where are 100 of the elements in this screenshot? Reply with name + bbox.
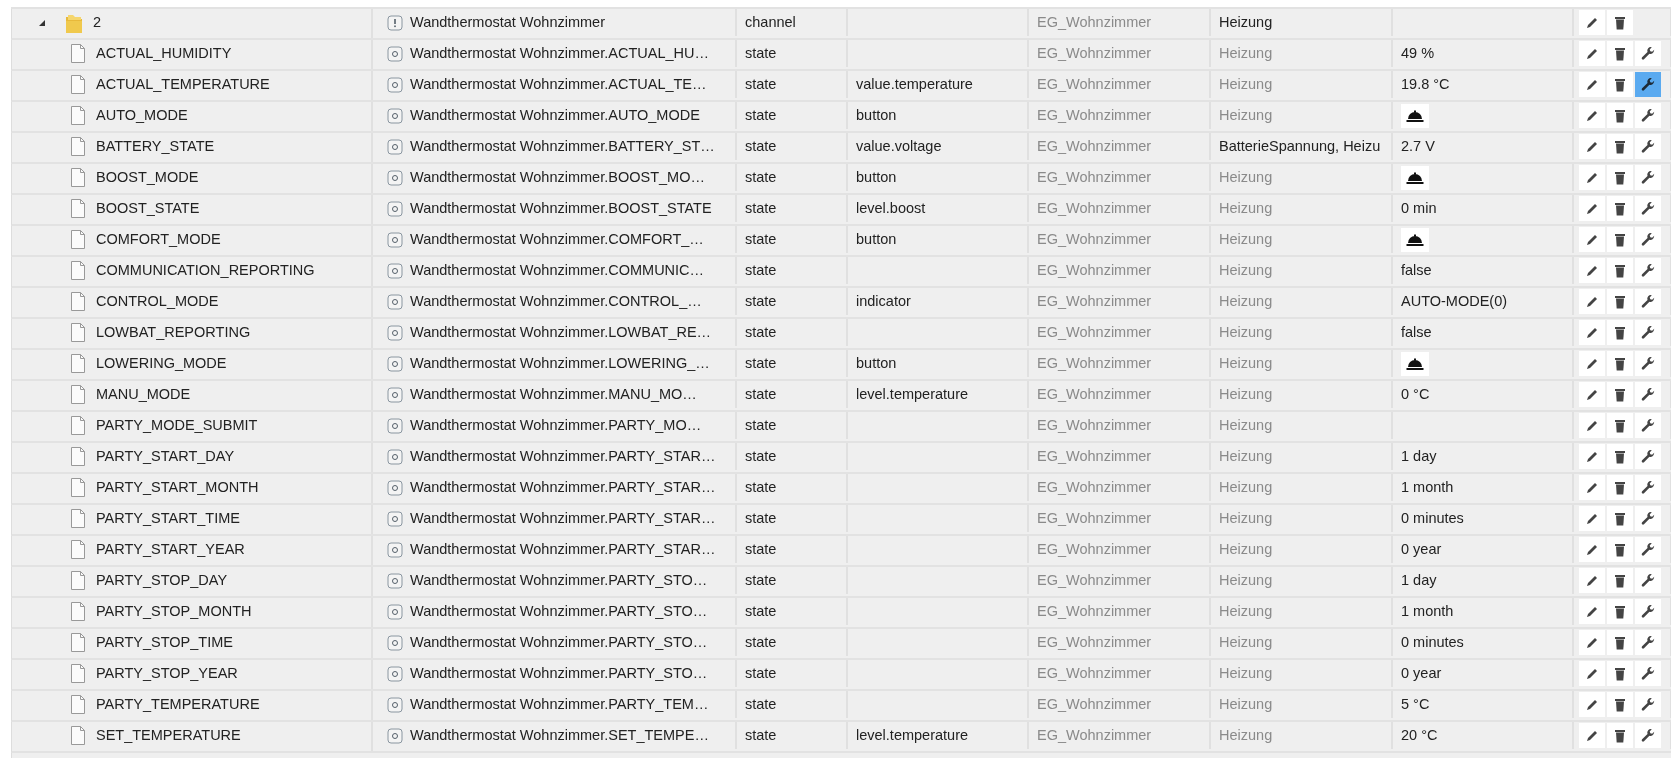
settings-button[interactable] — [1635, 382, 1661, 407]
edit-button[interactable] — [1579, 134, 1605, 159]
press-button[interactable] — [1401, 103, 1429, 128]
delete-button[interactable] — [1607, 723, 1633, 748]
edit-button[interactable] — [1579, 258, 1605, 283]
file-icon — [70, 198, 86, 219]
edit-button[interactable] — [1579, 227, 1605, 252]
settings-button[interactable] — [1635, 568, 1661, 593]
delete-button[interactable] — [1607, 103, 1633, 128]
edit-button[interactable] — [1579, 723, 1605, 748]
delete-button[interactable] — [1607, 351, 1633, 376]
pencil-icon — [1585, 294, 1599, 309]
trash-icon — [1614, 294, 1626, 309]
delete-button[interactable] — [1607, 41, 1633, 66]
edit-button[interactable] — [1579, 599, 1605, 624]
settings-button[interactable] — [1635, 289, 1661, 314]
object-role: button — [856, 167, 897, 187]
settings-button[interactable] — [1635, 165, 1661, 190]
state-icon — [387, 386, 403, 403]
settings-button[interactable] — [1635, 134, 1661, 159]
settings-button[interactable] — [1635, 103, 1661, 128]
edit-button[interactable] — [1579, 10, 1605, 35]
edit-button[interactable] — [1579, 537, 1605, 562]
state-icon — [387, 324, 403, 341]
delete-button[interactable] — [1607, 413, 1633, 438]
settings-button[interactable] — [1635, 475, 1661, 500]
caret-icon[interactable] — [38, 18, 46, 27]
object-room: EG_Wohnzimmer — [1037, 477, 1152, 497]
object-function: Heizung — [1219, 12, 1273, 32]
state-icon — [387, 727, 403, 744]
edit-button[interactable] — [1579, 351, 1605, 376]
settings-button[interactable] — [1635, 630, 1661, 655]
press-button[interactable] — [1401, 227, 1429, 252]
delete-button[interactable] — [1607, 568, 1633, 593]
delete-button[interactable] — [1607, 630, 1633, 655]
edit-button[interactable] — [1579, 413, 1605, 438]
edit-button[interactable] — [1579, 444, 1605, 469]
object-id: LOWBAT_REPORTING — [96, 322, 251, 342]
delete-button[interactable] — [1607, 444, 1633, 469]
edit-button[interactable] — [1579, 103, 1605, 128]
delete-button[interactable] — [1607, 599, 1633, 624]
object-name: Wandthermostat Wohnzimmer.BATTERY_ST… — [410, 136, 715, 156]
edit-button[interactable] — [1579, 475, 1605, 500]
delete-button[interactable] — [1607, 661, 1633, 686]
object-type: state — [745, 570, 777, 590]
delete-button[interactable] — [1607, 165, 1633, 190]
settings-button[interactable] — [1635, 444, 1661, 469]
settings-button[interactable] — [1635, 72, 1661, 97]
trash-icon — [1614, 480, 1626, 495]
object-function: Heizung — [1219, 74, 1273, 94]
edit-button[interactable] — [1579, 661, 1605, 686]
settings-button[interactable] — [1635, 258, 1661, 283]
edit-button[interactable] — [1579, 506, 1605, 531]
trash-icon — [1614, 232, 1626, 247]
edit-button[interactable] — [1579, 320, 1605, 345]
object-role: button — [856, 105, 897, 125]
settings-button[interactable] — [1635, 599, 1661, 624]
delete-button[interactable] — [1607, 506, 1633, 531]
delete-button[interactable] — [1607, 475, 1633, 500]
delete-button[interactable] — [1607, 537, 1633, 562]
edit-button[interactable] — [1579, 692, 1605, 717]
state-icon — [387, 510, 403, 527]
settings-button[interactable] — [1635, 661, 1661, 686]
state-icon — [387, 45, 403, 62]
settings-button[interactable] — [1635, 692, 1661, 717]
delete-button[interactable] — [1607, 227, 1633, 252]
delete-button[interactable] — [1607, 258, 1633, 283]
settings-button[interactable] — [1635, 413, 1661, 438]
edit-button[interactable] — [1579, 382, 1605, 407]
edit-button[interactable] — [1579, 568, 1605, 593]
settings-button[interactable] — [1635, 506, 1661, 531]
press-button[interactable] — [1401, 351, 1429, 376]
delete-button[interactable] — [1607, 196, 1633, 221]
file-icon — [70, 694, 86, 715]
delete-button[interactable] — [1607, 10, 1633, 35]
delete-button[interactable] — [1607, 289, 1633, 314]
press-button[interactable] — [1401, 165, 1429, 190]
state-icon — [387, 231, 403, 248]
settings-button[interactable] — [1635, 537, 1661, 562]
settings-button[interactable] — [1635, 723, 1661, 748]
delete-button[interactable] — [1607, 692, 1633, 717]
settings-button[interactable] — [1635, 196, 1661, 221]
edit-button[interactable] — [1579, 196, 1605, 221]
edit-button[interactable] — [1579, 289, 1605, 314]
settings-button[interactable] — [1635, 41, 1661, 66]
edit-button[interactable] — [1579, 72, 1605, 97]
settings-button[interactable] — [1635, 227, 1661, 252]
edit-button[interactable] — [1579, 41, 1605, 66]
object-id: LOWERING_MODE — [96, 353, 227, 373]
delete-button[interactable] — [1607, 72, 1633, 97]
edit-button[interactable] — [1579, 630, 1605, 655]
settings-button[interactable] — [1635, 320, 1661, 345]
object-function: Heizung — [1219, 508, 1273, 528]
delete-button[interactable] — [1607, 320, 1633, 345]
edit-button[interactable] — [1579, 165, 1605, 190]
state-icon — [387, 479, 403, 496]
delete-button[interactable] — [1607, 382, 1633, 407]
object-name: Wandthermostat Wohnzimmer.MANU_MO… — [410, 384, 697, 404]
delete-button[interactable] — [1607, 134, 1633, 159]
settings-button[interactable] — [1635, 351, 1661, 376]
